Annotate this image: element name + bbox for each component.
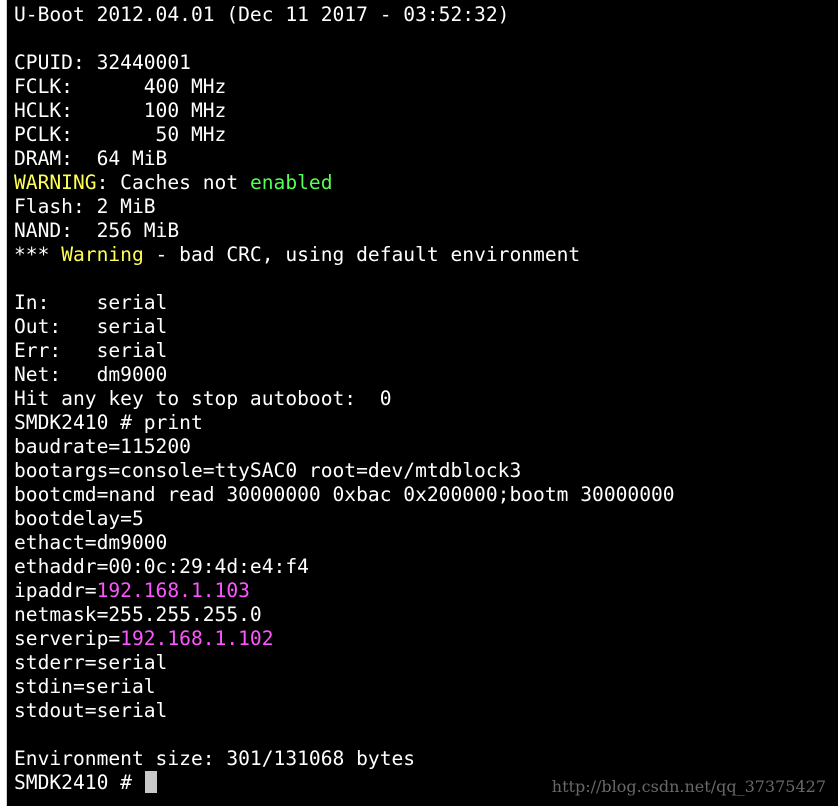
terminal-line: bootcmd=nand read 30000000 0xbac 0x20000…	[14, 483, 675, 507]
terminal-line: CPUID: 32440001	[14, 51, 675, 75]
terminal-line: *** Warning - bad CRC, using default env…	[14, 243, 675, 267]
terminal-line: In: serial	[14, 291, 675, 315]
terminal-text-segment: bootdelay=5	[14, 507, 144, 530]
watermark-text: http://blog.csdn.net/qq_37375427	[551, 777, 826, 796]
terminal-text-segment: bootargs=console=ttySAC0 root=dev/mtdblo…	[14, 459, 522, 482]
terminal-line: Environment size: 301/131068 bytes	[14, 747, 675, 771]
terminal-line: NAND: 256 MiB	[14, 219, 675, 243]
terminal-text-segment: serverip=	[14, 627, 121, 650]
terminal-text-segment: Warning	[61, 243, 144, 266]
terminal-output: U-Boot 2012.04.01 (Dec 11 2017 - 03:52:3…	[14, 3, 675, 795]
terminal-line: Flash: 2 MiB	[14, 195, 675, 219]
terminal-text-segment: In: serial	[14, 291, 168, 314]
shell-prompt: SMDK2410 #	[14, 771, 144, 794]
terminal-line: HCLK: 100 MHz	[14, 99, 675, 123]
terminal-text-segment: CPUID: 32440001	[14, 51, 191, 74]
terminal-line: stdout=serial	[14, 699, 675, 723]
terminal-line: DRAM: 64 MiB	[14, 147, 675, 171]
terminal-text-segment: U-Boot 2012.04.01 (Dec 11 2017 - 03:52:3…	[14, 3, 510, 26]
terminal-text-segment: netmask=255.255.255.0	[14, 603, 262, 626]
terminal-line: netmask=255.255.255.0	[14, 603, 675, 627]
terminal-text-segment: stderr=serial	[14, 651, 168, 674]
terminal-text-segment: NAND: 256 MiB	[14, 219, 180, 242]
terminal-text-segment: stdout=serial	[14, 699, 168, 722]
terminal-line: Net: dm9000	[14, 363, 675, 387]
terminal-text-segment: Out: serial	[14, 315, 168, 338]
terminal-line: bootdelay=5	[14, 507, 675, 531]
terminal-text-segment: ***	[14, 243, 62, 266]
terminal-line: serverip=192.168.1.102	[14, 627, 675, 651]
terminal-text-segment: PCLK: 50 MHz	[14, 123, 227, 146]
terminal-text-segment: ethact=dm9000	[14, 531, 168, 554]
terminal-text-segment: baudrate=115200	[14, 435, 191, 458]
terminal-text-segment: Environment size: 301/131068 bytes	[14, 747, 416, 770]
terminal-line: FCLK: 400 MHz	[14, 75, 675, 99]
terminal-line: Hit any key to stop autoboot: 0	[14, 387, 675, 411]
text-cursor	[144, 771, 157, 793]
terminal-line: PCLK: 50 MHz	[14, 123, 675, 147]
terminal-line: ipaddr=192.168.1.103	[14, 579, 675, 603]
terminal-text-segment: Flash: 2 MiB	[14, 195, 156, 218]
terminal-text-segment: SMDK2410 # print	[14, 411, 203, 434]
terminal-line: WARNING: Caches not enabled	[14, 171, 675, 195]
terminal-line: baudrate=115200	[14, 435, 675, 459]
terminal-line: Err: serial	[14, 339, 675, 363]
terminal-text-segment: HCLK: 100 MHz	[14, 99, 227, 122]
terminal-text-segment: 192.168.1.102	[120, 627, 274, 650]
terminal-line: stderr=serial	[14, 651, 675, 675]
terminal-line: Out: serial	[14, 315, 675, 339]
terminal-text-segment: DRAM: 64 MiB	[14, 147, 168, 170]
terminal-line: SMDK2410 # print	[14, 411, 675, 435]
terminal-text-segment: 192.168.1.103	[96, 579, 250, 602]
terminal-line: ethact=dm9000	[14, 531, 675, 555]
terminal-line: bootargs=console=ttySAC0 root=dev/mtdblo…	[14, 459, 675, 483]
terminal-window[interactable]: U-Boot 2012.04.01 (Dec 11 2017 - 03:52:3…	[7, 0, 838, 806]
terminal-text-segment: FCLK: 400 MHz	[14, 75, 227, 98]
terminal-line: U-Boot 2012.04.01 (Dec 11 2017 - 03:52:3…	[14, 3, 675, 27]
terminal-text-segment: ipaddr=	[14, 579, 97, 602]
left-window-edge	[0, 0, 7, 806]
terminal-text-segment: ethaddr=00:0c:29:4d:e4:f4	[14, 555, 309, 578]
terminal-text-segment: stdin=serial	[14, 675, 156, 698]
terminal-line: stdin=serial	[14, 675, 675, 699]
terminal-text-segment: enabled	[249, 171, 333, 194]
terminal-text-segment: Net: dm9000	[14, 363, 168, 386]
terminal-line: ethaddr=00:0c:29:4d:e4:f4	[14, 555, 675, 579]
terminal-text-segment: Err: serial	[14, 339, 168, 362]
terminal-text-segment: WARNING	[14, 171, 97, 194]
terminal-text-segment: - bad CRC, using default environment	[143, 243, 581, 266]
terminal-text-segment: Hit any key to stop autoboot: 0	[14, 387, 392, 410]
terminal-text-segment: : Caches not	[96, 171, 250, 194]
terminal-text-segment: bootcmd=nand read 30000000 0xbac 0x20000…	[14, 483, 675, 506]
